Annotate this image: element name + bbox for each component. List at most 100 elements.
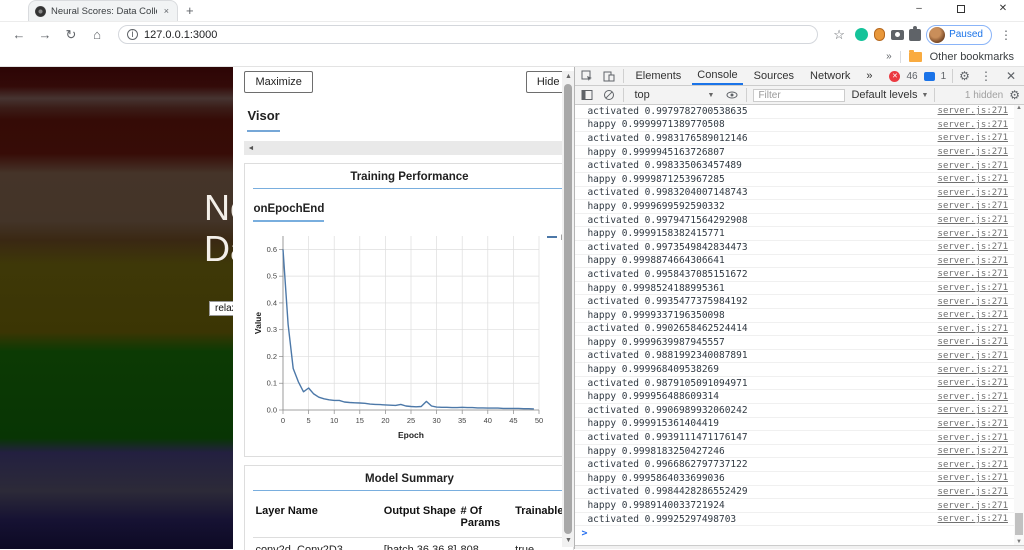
console-source-link[interactable]: server.js:271 (938, 433, 1008, 443)
scroll-down-icon[interactable]: ▼ (565, 535, 572, 547)
error-badge-icon[interactable]: ✕ (889, 70, 901, 82)
console-source-link[interactable]: server.js:271 (938, 147, 1008, 157)
profile-button[interactable]: Paused (926, 24, 992, 45)
minimize-button[interactable]: – (898, 0, 940, 20)
extension-green-icon[interactable] (854, 28, 868, 42)
console-source-link[interactable]: server.js:271 (938, 256, 1008, 266)
console-source-link[interactable]: server.js:271 (938, 174, 1008, 184)
console-source-link[interactable]: server.js:271 (938, 269, 1008, 279)
message-count: 1 (940, 70, 947, 82)
more-tabs-icon[interactable]: » (861, 67, 877, 85)
forward-button[interactable]: → (34, 27, 56, 42)
screenshot-extension-icon[interactable] (890, 28, 904, 42)
maximize-window-button[interactable] (940, 0, 982, 20)
console-source-link[interactable]: server.js:271 (938, 460, 1008, 470)
console-source-link[interactable]: server.js:271 (938, 120, 1008, 130)
console-scrollbar[interactable]: ▲ ▼ (1014, 105, 1024, 545)
clear-console-icon[interactable] (601, 88, 617, 103)
on-epoch-end-tab[interactable]: onEpochEnd (253, 203, 325, 222)
prediction-label[interactable]: relaxed (209, 301, 234, 316)
console-source-link[interactable]: server.js:271 (938, 188, 1008, 198)
browser-titlebar: Neural Scores: Data Collector × + – ✕ (0, 0, 1024, 22)
console-log-message: happy 0.9999158382415771 (587, 228, 725, 240)
extensions-puzzle-icon[interactable] (908, 25, 922, 42)
reload-button[interactable]: ↻ (60, 27, 82, 43)
close-window-button[interactable]: ✕ (982, 0, 1024, 20)
console-log-message: happy 0.999956488609314 (587, 391, 719, 403)
other-bookmarks-button[interactable]: Other bookmarks (930, 51, 1014, 63)
visor-tab[interactable]: Visor (247, 108, 280, 132)
scroll-up-icon[interactable]: ▲ (1014, 105, 1024, 111)
console-source-link[interactable]: server.js:271 (938, 310, 1008, 320)
console-source-link[interactable]: server.js:271 (938, 133, 1008, 143)
console-source-link[interactable]: server.js:271 (938, 337, 1008, 347)
console-source-link[interactable]: server.js:271 (938, 297, 1008, 307)
console-source-link[interactable]: server.js:271 (938, 229, 1008, 239)
frame-context-select[interactable]: top ▼ (630, 89, 718, 101)
browser-menu-icon[interactable]: ⋮ (996, 28, 1016, 42)
console-sidebar-icon[interactable] (579, 88, 595, 103)
device-toolbar-icon[interactable] (601, 69, 617, 84)
console-source-link[interactable]: server.js:271 (938, 514, 1008, 524)
browser-tab[interactable]: Neural Scores: Data Collector × (28, 0, 178, 21)
tab-elements[interactable]: Elements (630, 67, 686, 85)
console-log-message: activated 0.9881992340087891 (587, 350, 748, 362)
eye-icon[interactable] (724, 88, 740, 103)
message-badge-icon[interactable] (923, 71, 935, 81)
new-tab-button[interactable]: + (186, 3, 194, 18)
console-prompt[interactable]: > (575, 526, 1014, 539)
webcam-preview: Neu Dat relaxed (0, 67, 236, 549)
back-button[interactable]: ← (8, 27, 30, 42)
console-source-link[interactable]: server.js:271 (938, 365, 1008, 375)
scroll-up-icon[interactable]: ▲ (565, 71, 572, 83)
devtools-settings-icon[interactable]: ⚙ (959, 69, 970, 83)
console-log-message: activated 0.9958437085151672 (587, 268, 748, 280)
console-source-link[interactable]: server.js:271 (938, 161, 1008, 171)
inspect-element-icon[interactable] (579, 69, 595, 84)
tab-close-icon[interactable]: × (162, 6, 171, 16)
tab-console[interactable]: Console (692, 67, 743, 85)
visor-scrollbar[interactable]: ▲ ▼ (562, 71, 575, 547)
tab-favicon-icon (35, 5, 46, 17)
console-source-link[interactable]: server.js:271 (938, 405, 1008, 415)
bookmark-star-icon[interactable]: ☆ (828, 27, 850, 43)
console-source-link[interactable]: server.js:271 (938, 378, 1008, 388)
console-log-row: happy 0.9999699592590332 server.js:271 (575, 200, 1014, 214)
console-source-link[interactable]: server.js:271 (938, 351, 1008, 361)
devtools-close-icon[interactable]: ✕ (1002, 69, 1020, 83)
console-source-link[interactable]: server.js:271 (938, 106, 1008, 116)
url-bar[interactable]: i 127.0.0.1:3000 (118, 25, 819, 44)
scroll-left-icon[interactable]: ◄ (247, 145, 254, 152)
scrollbar-thumb[interactable] (1015, 513, 1023, 535)
console-source-link[interactable]: server.js:271 (938, 392, 1008, 402)
console-source-link[interactable]: server.js:271 (938, 215, 1008, 225)
console-source-link[interactable]: server.js:271 (938, 283, 1008, 293)
console-source-link[interactable]: server.js:271 (938, 419, 1008, 429)
page-heading-line1: Neu (204, 187, 233, 228)
svg-text:35: 35 (458, 416, 466, 425)
tab-sources[interactable]: Sources (749, 67, 799, 85)
log-levels-select[interactable]: Default levels ▼ (851, 89, 928, 101)
console-source-link[interactable]: server.js:271 (938, 324, 1008, 334)
bookmarks-overflow-icon[interactable]: » (886, 51, 892, 62)
console-filter-input[interactable]: Filter (753, 88, 846, 102)
console-settings-icon[interactable]: ⚙ (1009, 88, 1020, 102)
divider (899, 50, 901, 63)
scroll-down-icon[interactable]: ▼ (1014, 539, 1024, 545)
avatar (929, 26, 946, 43)
console-source-link[interactable]: server.js:271 (938, 242, 1008, 252)
console-source-link[interactable]: server.js:271 (938, 473, 1008, 483)
tab-network[interactable]: Network (805, 67, 855, 85)
console-source-link[interactable]: server.js:271 (938, 487, 1008, 497)
console-source-link[interactable]: server.js:271 (938, 201, 1008, 211)
console-source-link[interactable]: server.js:271 (938, 501, 1008, 511)
devtools-menu-icon[interactable]: ⋮ (976, 69, 996, 83)
console-source-link[interactable]: server.js:271 (938, 446, 1008, 456)
svg-text:20: 20 (382, 416, 390, 425)
home-button[interactable]: ⌂ (86, 27, 108, 42)
scrollbar-thumb[interactable] (564, 84, 573, 534)
site-info-icon[interactable]: i (127, 29, 138, 40)
extension-orange-icon[interactable] (872, 28, 886, 42)
visor-tab-scrollbar[interactable]: ◄ ► (244, 141, 575, 155)
visor-maximize-button[interactable]: Maximize (244, 71, 313, 93)
